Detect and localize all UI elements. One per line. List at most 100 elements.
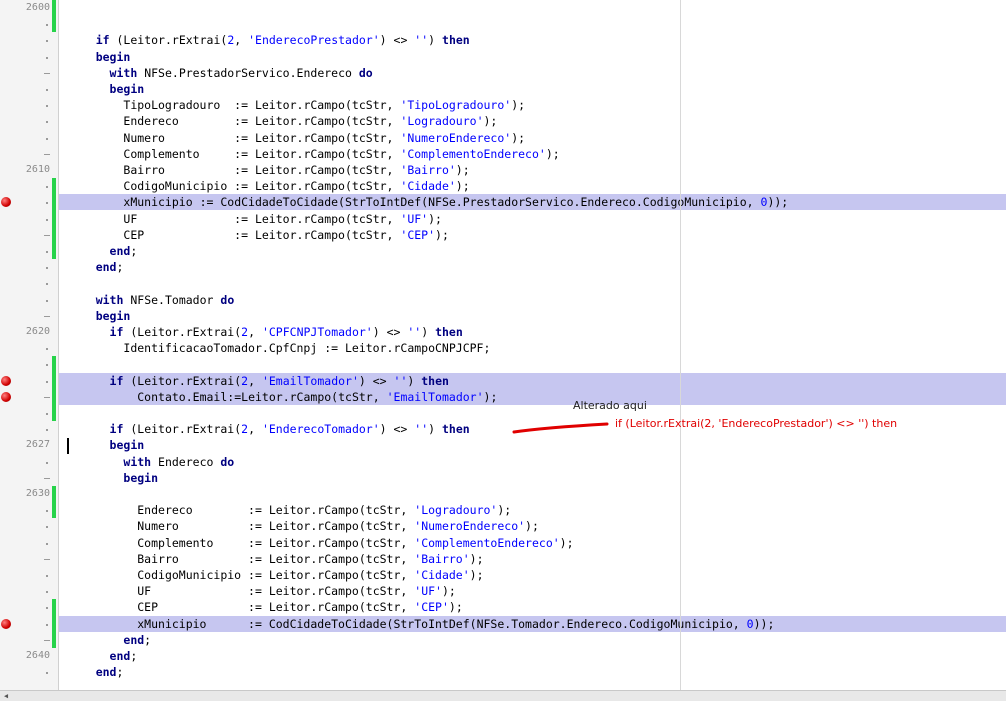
modified-line-marker	[52, 599, 56, 648]
code-line[interactable]: CodigoMunicipio := Leitor.rCampo(tcStr, …	[59, 567, 1006, 583]
code-line[interactable]: end;	[59, 664, 1006, 680]
breakpoint-icon[interactable]	[1, 197, 11, 208]
code-line[interactable]: if (Leitor.rExtrai(2, 'EmailTomador') <>…	[59, 372, 1006, 389]
code-line[interactable]: Complemento := Leitor.rCampo(tcStr, 'Com…	[59, 146, 1006, 162]
code-line[interactable]: CEP := Leitor.rCampo(tcStr, 'CEP');	[59, 599, 1006, 615]
gutter-dot	[46, 186, 48, 189]
line-number: 2640	[25, 650, 50, 661]
gutter-dot	[46, 283, 48, 286]
text-cursor	[67, 438, 69, 454]
code-line[interactable]: xMunicipio := CodCidadeToCidade(StrToInt…	[59, 615, 1006, 632]
gutter-dot	[46, 575, 48, 577]
annotation-title: Alterado aqui	[573, 399, 647, 412]
gutter-dot	[46, 607, 48, 610]
gutter-dot	[46, 24, 48, 27]
code-line[interactable]: Numero := Leitor.rCampo(tcStr, 'NumeroEn…	[59, 130, 1006, 146]
gutter-tick	[44, 396, 50, 398]
gutter-dot	[46, 89, 48, 91]
code-line[interactable]	[59, 275, 1006, 291]
breakpoint-icon[interactable]	[1, 391, 11, 402]
gutter-dot	[46, 40, 48, 43]
code-line[interactable]	[59, 16, 1006, 32]
code-line[interactable]: if (Leitor.rExtrai(2, 'CPFCNPJTomador') …	[59, 324, 1006, 340]
line-number: 2600	[25, 2, 50, 13]
gutter-tick	[44, 72, 50, 74]
annotation-arrow-icon	[512, 422, 609, 434]
gutter-dot	[46, 348, 48, 351]
code-line[interactable]: with NFSe.PrestadorServico.Endereco do	[59, 65, 1006, 81]
gutter-dot	[46, 461, 48, 464]
right-margin-line	[680, 0, 681, 690]
code-line[interactable]: end;	[59, 648, 1006, 664]
code-line[interactable]: begin	[59, 437, 1006, 453]
code-line[interactable]: with Endereco do	[59, 454, 1006, 470]
gutter-dot	[46, 251, 48, 253]
gutter-tick	[44, 477, 50, 479]
code-line[interactable]: begin	[59, 81, 1006, 97]
annotation-code: if (Leitor.rExtrai(2, 'EnderecoPrestador…	[615, 417, 898, 430]
gutter-dot	[46, 299, 48, 302]
gutter-dot	[46, 591, 48, 594]
gutter-dot	[46, 267, 48, 270]
code-line[interactable]: CEP := Leitor.rCampo(tcStr, 'CEP');	[59, 227, 1006, 243]
code-line[interactable]: Contato.Email:=Leitor.rCampo(tcStr, 'Ema…	[59, 388, 1006, 405]
breakpoint-icon[interactable]	[1, 618, 11, 629]
code-line[interactable]: Bairro := Leitor.rCampo(tcStr, 'Bairro')…	[59, 551, 1006, 567]
code-line[interactable]: begin	[59, 308, 1006, 324]
code-line[interactable]: Endereco := Leitor.rCampo(tcStr, 'Lograd…	[59, 502, 1006, 518]
code-line[interactable]: begin	[59, 470, 1006, 486]
gutter-dot	[46, 202, 48, 205]
code-line[interactable]: if (Leitor.rExtrai(2, 'EnderecoPrestador…	[59, 32, 1006, 48]
code-line[interactable]: Endereco := Leitor.rCampo(tcStr, 'Lograd…	[59, 113, 1006, 129]
gutter-dot	[46, 121, 48, 124]
gutter-dot	[46, 364, 48, 367]
gutter-tick	[44, 153, 50, 155]
modified-line-marker	[52, 0, 56, 33]
code-line[interactable]: end;	[59, 632, 1006, 648]
line-number: 2620	[25, 326, 50, 337]
code-line[interactable]: CodigoMunicipio := Leitor.rCampo(tcStr, …	[59, 178, 1006, 194]
code-line[interactable]: begin	[59, 49, 1006, 65]
code-line[interactable]: with NFSe.Tomador do	[59, 292, 1006, 308]
editor-gutter[interactable]: 2600 2610 2620 2627 2630 2640	[0, 0, 59, 690]
code-line[interactable]	[59, 486, 1006, 502]
code-line[interactable]: xMunicipio := CodCidadeToCidade(StrToInt…	[59, 194, 1006, 211]
breakpoint-icon[interactable]	[1, 375, 11, 386]
gutter-tick	[44, 558, 50, 560]
code-line[interactable]: IdentificacaoTomador.CpfCnpj := Leitor.r…	[59, 340, 1006, 356]
gutter-dot	[46, 542, 48, 545]
line-number: 2610	[25, 164, 50, 175]
horizontal-scrollbar[interactable]: ◀	[0, 690, 1006, 701]
gutter-dot	[46, 218, 48, 221]
code-line[interactable]: Bairro := Leitor.rCampo(tcStr, 'Bairro')…	[59, 162, 1006, 178]
gutter-dot	[46, 623, 48, 626]
gutter-dot	[46, 526, 48, 529]
modified-line-marker	[52, 178, 56, 260]
gutter-dot	[46, 56, 48, 59]
gutter-dot	[46, 380, 48, 383]
gutter-tick	[44, 639, 50, 641]
gutter-tick	[44, 315, 50, 317]
modified-line-marker	[52, 356, 56, 422]
gutter-dot	[46, 413, 48, 415]
gutter-dot	[46, 510, 48, 513]
code-line[interactable]	[59, 0, 1006, 16]
modified-line-marker	[52, 486, 56, 519]
line-number: 2627	[25, 439, 50, 451]
code-line[interactable]: end;	[59, 243, 1006, 259]
code-line[interactable]: Complemento := Leitor.rCampo(tcStr, 'Com…	[59, 535, 1006, 551]
gutter-tick	[44, 234, 50, 236]
code-line[interactable]: UF := Leitor.rCampo(tcStr, 'UF');	[59, 583, 1006, 599]
gutter-dot	[46, 429, 48, 432]
line-number: 2630	[25, 488, 50, 499]
gutter-dot	[46, 672, 48, 675]
code-line[interactable]: end;	[59, 259, 1006, 275]
code-line[interactable]: Numero := Leitor.rCampo(tcStr, 'NumeroEn…	[59, 518, 1006, 534]
code-editor[interactable]: if (Leitor.rExtrai(2, 'EnderecoPrestador…	[59, 0, 1006, 690]
scroll-left-arrow-icon[interactable]: ◀	[2, 692, 10, 700]
gutter-dot	[46, 105, 48, 108]
code-line[interactable]	[59, 356, 1006, 372]
gutter-dot	[46, 137, 48, 140]
code-line[interactable]: UF := Leitor.rCampo(tcStr, 'UF');	[59, 211, 1006, 227]
code-line[interactable]: TipoLogradouro := Leitor.rCampo(tcStr, '…	[59, 97, 1006, 113]
